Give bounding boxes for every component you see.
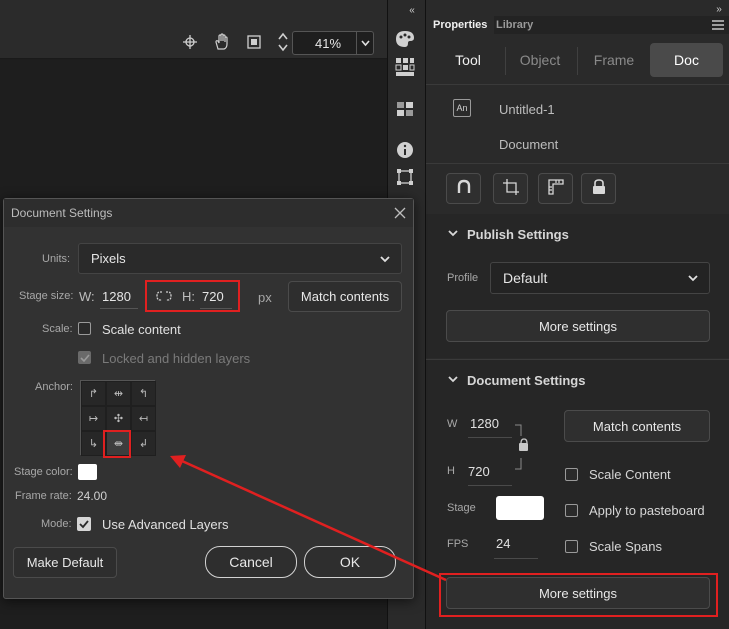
anchor-top-right[interactable]: ↰ [131, 381, 156, 406]
make-default-button[interactable]: Make Default [13, 547, 117, 578]
tab-doc[interactable]: Doc [650, 43, 723, 77]
snap-button[interactable] [446, 173, 481, 204]
height-field[interactable]: 720 [468, 464, 490, 479]
scale-content-checkbox[interactable] [78, 322, 91, 335]
px-label: px [258, 290, 272, 305]
anchor-label: Anchor: [35, 381, 73, 393]
stage-label: Stage [447, 502, 476, 514]
mode-label: Mode: [41, 518, 72, 530]
swatches-grid-icon[interactable] [394, 56, 416, 78]
doc-name: Untitled-1 [499, 102, 555, 117]
zoom-field[interactable]: 41% [292, 31, 374, 55]
highlight-box [439, 573, 718, 617]
ruler-icon [547, 179, 564, 198]
zoom-value: 41% [315, 35, 342, 51]
cancel-button[interactable]: Cancel [205, 546, 297, 578]
hand-tool-icon[interactable] [212, 32, 232, 52]
locked-layers-checkbox[interactable] [78, 351, 91, 364]
palette-icon[interactable] [394, 28, 416, 50]
advanced-layers-checkbox[interactable] [77, 517, 91, 531]
match-contents-button[interactable]: Match contents [288, 281, 402, 312]
magnet-icon [456, 179, 472, 198]
scale-spans-checkbox[interactable] [565, 540, 578, 553]
stage-color-swatch[interactable] [496, 496, 544, 520]
zoom-stepper-icon[interactable] [276, 30, 290, 54]
stage-size-label: Stage size: [19, 290, 74, 302]
profile-label: Profile [447, 272, 479, 284]
anchor-center[interactable]: ✣ [106, 406, 131, 431]
apply-pasteboard-checkbox[interactable] [565, 504, 578, 517]
anchor-middle-left[interactable]: ↦ [81, 406, 106, 431]
ok-button[interactable]: OK [304, 546, 396, 578]
apply-pasteboard-label: Apply to pasteboard [589, 503, 705, 518]
units-select[interactable]: Pixels [78, 243, 402, 274]
anchor-middle-right[interactable]: ↤ [131, 406, 156, 431]
tab-library[interactable]: Library [489, 16, 540, 34]
stage-color-swatch[interactable] [78, 464, 97, 480]
doc-type: Document [499, 137, 559, 152]
publish-more-settings-button[interactable]: More settings [446, 310, 710, 342]
rulers-button[interactable] [538, 173, 573, 204]
chevron-down-icon[interactable] [360, 35, 371, 54]
fps-field[interactable]: 24 [496, 536, 510, 551]
anchor-top-center[interactable]: ⇹ [106, 381, 131, 406]
stage-color-label: Stage color: [14, 466, 73, 478]
collapse-left-icon[interactable]: « [404, 4, 420, 16]
tab-properties[interactable]: Properties [426, 16, 495, 34]
chevron-down-icon[interactable] [447, 227, 459, 239]
highlight-box [145, 280, 240, 312]
tab-object[interactable]: Object [510, 43, 570, 77]
chevron-down-icon[interactable] [447, 373, 459, 385]
units-label: Units: [42, 253, 71, 265]
lock-button[interactable] [581, 173, 616, 204]
chevron-down-icon [687, 272, 699, 287]
width-field[interactable]: 1280 [470, 416, 499, 431]
fps-label: FPS [447, 538, 469, 550]
document-settings-title: Document Settings [467, 373, 586, 388]
crosshair-icon[interactable] [181, 33, 199, 51]
frame-rate-label: Frame rate: [15, 490, 72, 502]
scale-content-checkbox[interactable] [565, 468, 578, 481]
anchor-top-left[interactable]: ↱ [81, 381, 106, 406]
units-value: Pixels [91, 251, 126, 266]
scale-spans-label: Scale Spans [589, 539, 662, 554]
transform-icon[interactable] [394, 166, 416, 188]
align-panel-icon[interactable] [394, 98, 416, 120]
width-label: W [447, 418, 458, 430]
locked-layers-label: Locked and hidden layers [102, 351, 251, 366]
scale-label: Scale: [42, 323, 73, 335]
collapse-right-icon[interactable]: » [712, 3, 726, 15]
close-icon[interactable] [392, 205, 408, 221]
origin-button[interactable] [493, 173, 528, 204]
publish-settings-title: Publish Settings [467, 227, 569, 242]
info-icon[interactable] [394, 139, 416, 161]
frame-rate-field[interactable]: 24.00 [77, 489, 107, 503]
tab-tool[interactable]: Tool [442, 43, 494, 77]
scale-content-label: Scale Content [589, 467, 671, 482]
height-label: H [447, 465, 455, 477]
dialog-width-field[interactable]: 1280 [102, 289, 131, 304]
panel-menu-icon[interactable] [711, 18, 725, 32]
dialog-title-bar: Document Settings [4, 199, 413, 227]
lock-icon [592, 179, 606, 198]
advanced-layers-label: Use Advanced Layers [102, 517, 229, 532]
dialog-width-label: W: [79, 289, 95, 304]
chevron-down-icon [379, 253, 391, 268]
dialog-title: Document Settings [11, 206, 113, 220]
anchor-bottom-right[interactable]: ↲ [131, 431, 156, 456]
origin-icon [502, 178, 520, 199]
tab-frame[interactable]: Frame [584, 43, 644, 77]
profile-value: Default [503, 270, 548, 286]
link-dimensions-icon[interactable] [514, 424, 528, 470]
profile-select[interactable]: Default [490, 262, 710, 294]
scale-content-label: Scale content [102, 322, 181, 337]
clip-canvas-icon[interactable] [245, 33, 263, 51]
panel-match-contents-button[interactable]: Match contents [564, 410, 710, 442]
animate-doc-icon: An [453, 99, 471, 117]
highlight-box [103, 430, 131, 458]
